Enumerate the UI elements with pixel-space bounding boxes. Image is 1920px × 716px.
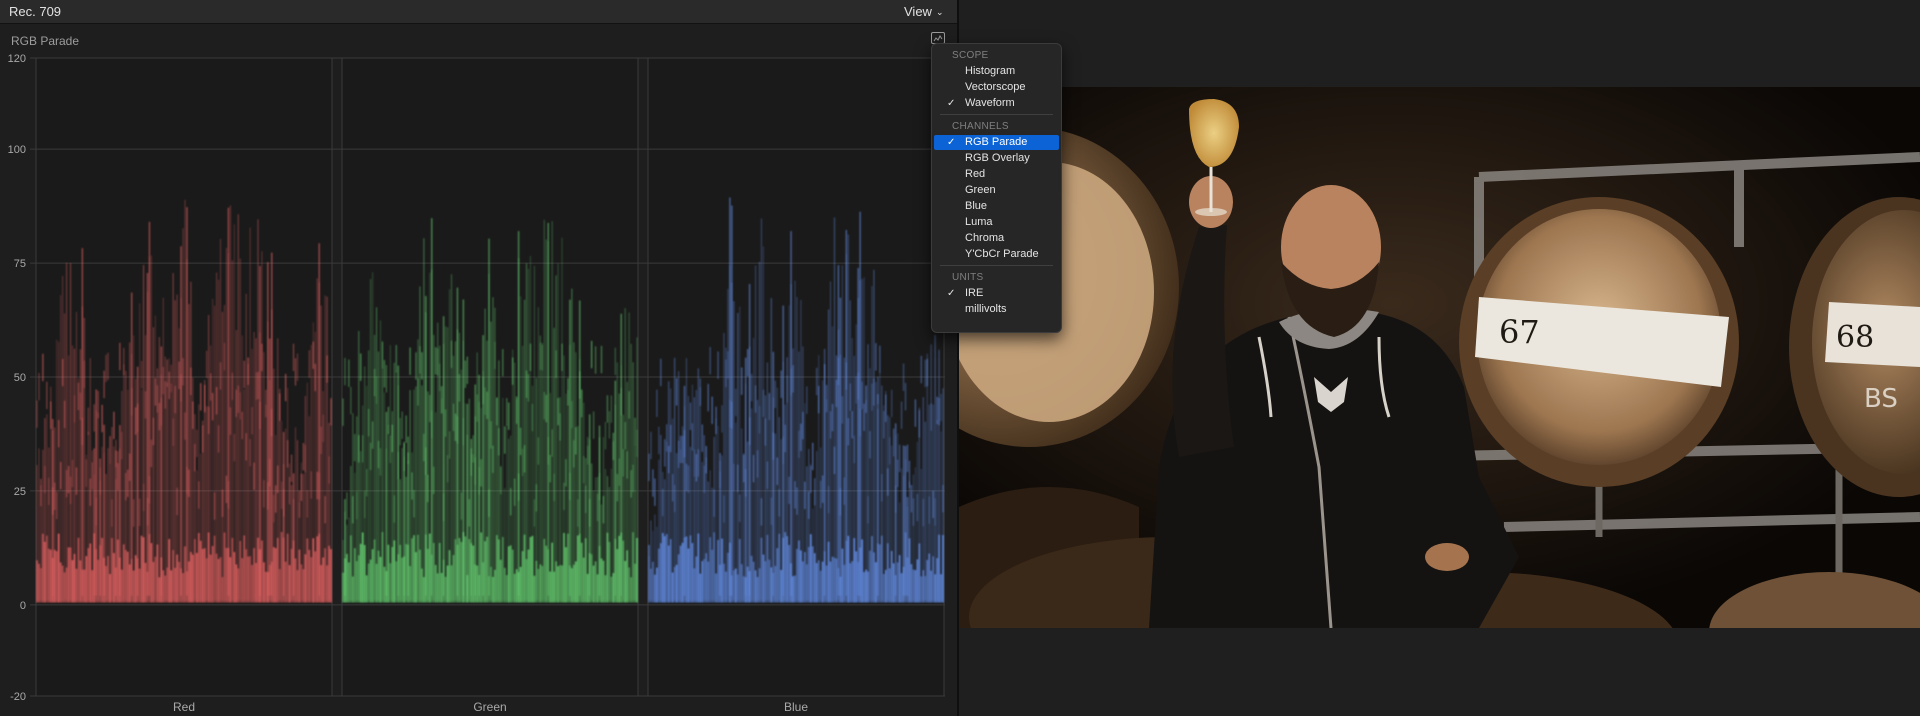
menu-item-label: Green bbox=[965, 184, 996, 196]
menu-item-label: Chroma bbox=[965, 232, 1005, 244]
checkmark-icon: ✓ bbox=[947, 288, 956, 299]
menu-section-header: UNITS bbox=[952, 272, 984, 283]
menu-section-header: SCOPE bbox=[952, 50, 989, 61]
rgb-parade-waveform: 120 100 75 50 25 0 -20 Red Green Blue bbox=[8, 53, 945, 714]
panel-label-red: Red bbox=[173, 700, 195, 714]
menu-item-vectorscope[interactable]: Vectorscope bbox=[934, 80, 1059, 95]
barrel-number-67: 67 bbox=[1499, 313, 1540, 351]
menu-item-label: RGB Overlay bbox=[965, 152, 1030, 164]
y-tick-label: 50 bbox=[14, 372, 26, 384]
menu-section-header: CHANNELS bbox=[952, 121, 1009, 132]
y-tick-label: 120 bbox=[8, 53, 26, 65]
menu-item-label: Blue bbox=[965, 200, 988, 212]
menu-item-histogram[interactable]: Histogram bbox=[934, 64, 1059, 79]
menu-item-label: RGB Parade bbox=[965, 136, 1028, 148]
menu-item-label: Luma bbox=[965, 216, 993, 228]
menu-item-ire[interactable]: ✓ IRE bbox=[934, 286, 1059, 301]
menu-item-chroma[interactable]: Chroma bbox=[934, 231, 1059, 246]
viewer-pane: 67 68 BS bbox=[959, 0, 1920, 716]
menu-item-waveform[interactable]: ✓ Waveform bbox=[934, 96, 1059, 111]
menu-item-label: Waveform bbox=[965, 97, 1015, 109]
y-tick-label: 25 bbox=[14, 486, 26, 498]
barrel-marking-bs: BS bbox=[1864, 384, 1898, 414]
view-options-menu: SCOPE Histogram Vectorscope ✓ Waveform CHANNE… bbox=[931, 43, 1062, 333]
waveform-panel-green bbox=[341, 57, 639, 697]
checkmark-icon: ✓ bbox=[947, 98, 956, 109]
y-tick-label: 100 bbox=[8, 144, 26, 156]
menu-item-label: millivolts bbox=[965, 303, 1007, 315]
menu-item-blue[interactable]: Blue bbox=[934, 199, 1059, 214]
menu-item-luma[interactable]: Luma bbox=[934, 215, 1059, 230]
y-tick-label: -20 bbox=[10, 691, 26, 703]
menu-item-label: Histogram bbox=[965, 65, 1016, 77]
menu-separator bbox=[940, 265, 1053, 266]
menu-item-label: Red bbox=[965, 168, 986, 180]
menu-separator bbox=[940, 114, 1053, 115]
menu-item-label: IRE bbox=[965, 287, 984, 299]
video-frame-image: 67 68 BS bbox=[959, 87, 1920, 628]
menu-item-label: Vectorscope bbox=[965, 81, 1026, 93]
menu-item-rgb-overlay[interactable]: RGB Overlay bbox=[934, 151, 1059, 166]
barrel-number-68: 68 bbox=[1836, 320, 1874, 355]
waveform-panel-red bbox=[35, 57, 333, 697]
menu-item-millivolts[interactable]: millivolts bbox=[934, 302, 1059, 317]
waveform-panel-blue bbox=[647, 57, 945, 697]
panel-label-blue: Blue bbox=[784, 700, 808, 714]
y-tick-label: 75 bbox=[14, 258, 26, 270]
menu-item-label: Y'CbCr Parade bbox=[965, 248, 1039, 260]
menu-item-red[interactable]: Red bbox=[934, 167, 1059, 182]
video-frame[interactable]: 67 68 BS bbox=[959, 87, 1920, 628]
y-tick-label: 0 bbox=[20, 600, 26, 612]
menu-item-rgb-parade[interactable]: ✓ RGB Parade bbox=[934, 135, 1059, 150]
menu-item-y-cbcr-parade[interactable]: Y'CbCr Parade bbox=[934, 247, 1059, 262]
menu-item-green[interactable]: Green bbox=[934, 183, 1059, 198]
video-scope-pane: Rec. 709 View ⌄ RGB Parade 120 100 75 50 25 0-… bbox=[0, 0, 957, 716]
panel-label-green: Green bbox=[473, 700, 506, 714]
checkmark-icon: ✓ bbox=[947, 137, 956, 148]
